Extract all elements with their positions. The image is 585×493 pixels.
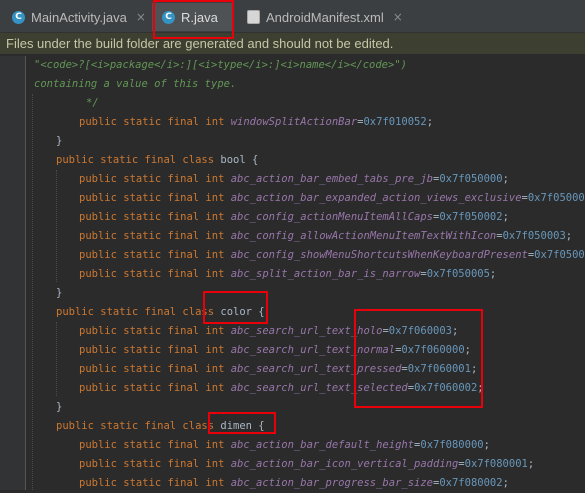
field-name: abc_action_bar_icon_vertical_padding <box>230 458 459 470</box>
highlight-box-color-values <box>354 309 483 408</box>
field-value: 0x7f050004 <box>534 249 585 261</box>
code-line: public static final int abc_action_bar_d… <box>79 439 490 451</box>
keyword: public static final int <box>79 116 231 128</box>
tab-label: MainActivity.java <box>31 9 127 25</box>
xml-file-icon <box>247 10 260 24</box>
editor-gutter <box>0 56 26 490</box>
field-name: abc_action_bar_expanded_action_views_exc… <box>230 192 522 204</box>
field-value: 0x7f050001 <box>527 192 585 204</box>
indent-guide <box>32 94 33 490</box>
tab-mainactivity[interactable]: C MainActivity.java × <box>2 3 149 31</box>
field-value: 0x7f050000 <box>439 173 503 185</box>
highlight-box-color-class <box>203 291 268 324</box>
tab-androidmanifest[interactable]: AndroidManifest.xml × <box>237 3 407 31</box>
field-value: 0x7f050005 <box>426 268 490 280</box>
close-brace: } <box>56 287 63 299</box>
class-icon: C <box>12 10 25 24</box>
field-name: abc_split_action_bar_is_narrow <box>230 268 421 280</box>
field-name: abc_action_bar_progress_bar_size <box>230 477 434 489</box>
field-value: 0x7f080002 <box>439 477 503 489</box>
close-brace: } <box>56 135 63 147</box>
field-name: abc_config_showMenuShortcutsWhenKeyboard… <box>230 249 528 261</box>
class-name: bool { <box>220 154 259 166</box>
field-value: 0x7f080000 <box>420 439 484 451</box>
code-line: public static final int windowSplitActio… <box>79 116 434 128</box>
code-line: public static final int abc_action_bar_e… <box>79 173 509 185</box>
tab-label: AndroidManifest.xml <box>266 9 384 25</box>
generated-file-warning-banner: Files under the build folder are generat… <box>0 33 585 55</box>
doc-comment-line: containing a value of this type. <box>34 78 237 90</box>
field-value: 0x7f010052 <box>363 116 427 128</box>
indent-guide <box>56 170 57 282</box>
field-name: abc_action_bar_embed_tabs_pre_jb <box>230 173 434 185</box>
field-value: 0x7f050003 <box>502 230 566 242</box>
close-brace: } <box>56 401 63 413</box>
field-name: abc_action_bar_default_height <box>230 439 415 451</box>
field-name: abc_config_allowActionMenuItemTextWithIc… <box>230 230 497 242</box>
highlight-box-dimen-class <box>208 412 276 434</box>
close-icon[interactable]: × <box>136 10 146 24</box>
code-line: public static final int abc_split_action… <box>79 268 497 280</box>
code-line: public static final int abc_action_bar_e… <box>79 189 585 208</box>
code-line: public static final int abc_action_bar_i… <box>79 458 535 470</box>
keyword: public static final class <box>56 420 221 432</box>
code-line: public static final int abc_config_showM… <box>79 246 585 265</box>
field-name: windowSplitActionBar <box>230 116 358 128</box>
code-line: public static final int abc_action_bar_p… <box>79 477 509 489</box>
doc-comment-line: "<code>?[<i>package</i>:][<i>type</i>:]<… <box>34 59 407 71</box>
code-line: public static final int abc_config_actio… <box>79 211 509 223</box>
highlight-box-r-java-tab <box>153 0 234 39</box>
close-icon[interactable]: × <box>393 10 403 24</box>
editor-tab-bar: C MainActivity.java × C R.java AndroidMa… <box>0 0 585 33</box>
field-value: 0x7f050002 <box>439 211 503 223</box>
indent-guide <box>56 322 57 396</box>
keyword: public static final class <box>56 306 221 318</box>
field-value: 0x7f080001 <box>464 458 528 470</box>
keyword: public static final class <box>56 154 221 166</box>
doc-comment-end: */ <box>86 97 99 109</box>
class-declaration-bool: public static final class bool { <box>56 151 258 170</box>
field-name: abc_config_actionMenuItemAllCaps <box>230 211 434 223</box>
code-line: public static final int abc_config_allow… <box>79 230 573 242</box>
